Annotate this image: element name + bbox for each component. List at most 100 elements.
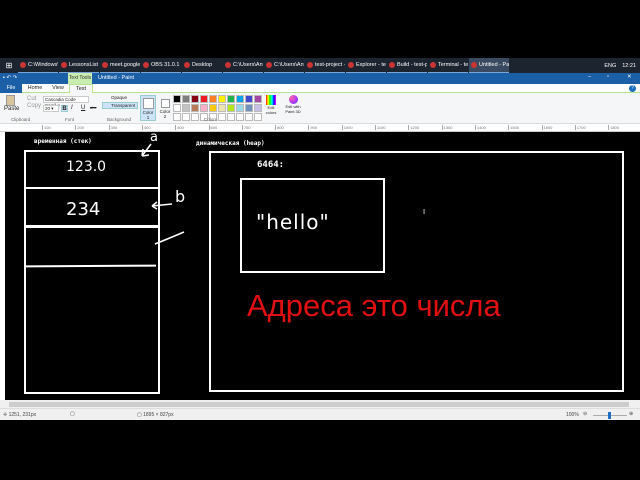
edit-paint3d-button[interactable]: Edit with Paint 3D (283, 95, 303, 114)
group-clipboard: Clipboard (11, 117, 31, 122)
palette-swatch[interactable] (200, 95, 208, 103)
stack-label: временная (стек) (34, 138, 92, 145)
paste-button[interactable]: Paste (4, 95, 19, 112)
transparent-button[interactable]: Transparent (102, 102, 139, 109)
canvas-size: ▢ 1895 × 827px (137, 412, 174, 418)
taskbar-item[interactable]: meet.google.... (100, 58, 140, 73)
quick-access-icons[interactable]: ▪ ↶ ↷ (3, 75, 17, 81)
ruler-tick: 1700 (574, 125, 586, 130)
tray-clock[interactable]: 12:21 (622, 63, 636, 69)
help-icon[interactable]: ? (629, 85, 636, 92)
opaque-button[interactable]: Opaque (103, 95, 127, 100)
palette-swatch[interactable] (245, 104, 253, 112)
palette-swatch[interactable] (173, 104, 181, 112)
palette-swatch[interactable] (227, 104, 235, 112)
palette-swatch[interactable] (182, 104, 190, 112)
taskbar-item[interactable]: C:\Users\Ant... (264, 58, 304, 73)
close-button[interactable]: ✕ (627, 74, 632, 80)
ruler-tick: 1800 (608, 125, 619, 130)
palette-swatch[interactable] (209, 104, 217, 112)
scroll-thumb[interactable] (9, 402, 629, 407)
drawing-canvas[interactable]: временная (стек) динамическая (heap) 123… (0, 130, 632, 400)
bold-button[interactable]: B (61, 105, 68, 112)
palette-swatch[interactable] (191, 95, 199, 103)
arrow-b (151, 201, 173, 210)
custom-swatch[interactable] (245, 113, 253, 121)
font-size-select[interactable]: 20 ▾ (43, 105, 59, 112)
palette-swatch[interactable] (173, 95, 181, 103)
custom-swatch[interactable] (254, 113, 262, 121)
underline-button[interactable]: U (81, 105, 85, 111)
palette-swatch[interactable] (254, 104, 262, 112)
custom-swatch[interactable] (191, 113, 199, 121)
group-font: Font (65, 117, 75, 122)
taskbar-item[interactable]: C:\Windows\S... (18, 58, 58, 73)
cut-button[interactable]: Cut (27, 96, 36, 102)
tab-view[interactable]: View (47, 84, 69, 93)
palette-swatch[interactable] (245, 95, 253, 103)
palette-swatch[interactable] (236, 95, 244, 103)
app-icon (471, 62, 477, 68)
custom-swatch[interactable] (182, 113, 190, 121)
zoom-in-button[interactable]: ⊕ (629, 411, 633, 417)
taskbar-item[interactable]: Build - test-p... (387, 58, 427, 73)
taskbar-item[interactable]: Terminal - tes... (428, 58, 468, 73)
app-icon (266, 62, 272, 68)
cursor-position: ✛ 1251, 231px (3, 412, 37, 418)
taskbar-item[interactable]: Untitled - Paint (469, 58, 509, 73)
zoom-level: 100% (566, 412, 579, 418)
app-icon (307, 62, 313, 68)
palette-swatch[interactable] (254, 95, 262, 103)
color1-button[interactable]: Color 1 (140, 95, 156, 121)
taskbar-item[interactable]: Desktop (182, 58, 222, 73)
arrows-drawing (141, 143, 185, 245)
tab-home[interactable]: Home (24, 84, 46, 93)
minimize-button[interactable]: – (588, 74, 591, 80)
ribbon-tabs: File Home View Text ? (0, 84, 640, 93)
horizontal-scrollbar[interactable] (0, 400, 640, 408)
palette-swatch[interactable] (227, 95, 235, 103)
taskbar-item[interactable]: LessonsList - ... (59, 58, 99, 73)
heap-object-value: "hello" (256, 210, 330, 234)
palette-swatch[interactable] (218, 95, 226, 103)
ribbon: Paste Cut Copy Clipboard Cascadia Code S… (0, 93, 640, 124)
tab-text[interactable]: Text (69, 84, 93, 93)
taskbar-item[interactable]: Explorer - tes... (346, 58, 386, 73)
strikethrough-button[interactable]: abc (90, 105, 96, 110)
arrow-a (141, 143, 152, 157)
taskbar-item[interactable]: test-project -... (305, 58, 345, 73)
rainbow-icon (266, 95, 276, 105)
start-button[interactable]: ⊞ (0, 58, 18, 73)
app-icon (61, 62, 67, 68)
paint3d-icon (288, 95, 298, 104)
tray-lang[interactable]: ENG (604, 63, 616, 69)
ruler-tick: 800 (275, 125, 284, 130)
status-bar: ✛ 1251, 231px ▢ ▢ 1895 × 827px 100% ⊖ ⊕ (0, 408, 640, 420)
arrow-c (154, 231, 185, 245)
palette-swatch[interactable] (191, 104, 199, 112)
copy-button[interactable]: Copy (27, 103, 41, 109)
edit-colors-button[interactable]: Edit colors (264, 95, 278, 115)
palette-swatch[interactable] (182, 95, 190, 103)
custom-swatch[interactable] (173, 113, 181, 121)
zoom-slider[interactable] (593, 412, 627, 419)
custom-swatch[interactable] (227, 113, 235, 121)
palette-swatch[interactable] (236, 104, 244, 112)
font-name-select[interactable]: Cascadia Code Semil ▾ (43, 96, 89, 108)
app-icon (348, 62, 354, 68)
zoom-slider-thumb[interactable] (608, 412, 611, 419)
italic-button[interactable]: I (71, 105, 73, 111)
tab-file[interactable]: File (0, 84, 22, 93)
custom-swatch[interactable] (218, 113, 226, 121)
palette-swatch[interactable] (200, 104, 208, 112)
color2-button[interactable]: Color 2 (158, 95, 172, 121)
taskbar-item[interactable]: OBS 31.0.1 - ... (141, 58, 181, 73)
app-icon (389, 62, 395, 68)
taskbar-item[interactable]: C:\Users\Ant... (223, 58, 263, 73)
zoom-out-button[interactable]: ⊖ (583, 411, 587, 417)
palette-swatch[interactable] (218, 104, 226, 112)
custom-swatch[interactable] (236, 113, 244, 121)
maximize-button[interactable]: ▫ (607, 74, 609, 80)
palette-swatch[interactable] (209, 95, 217, 103)
ruler-tick: 1100 (375, 125, 386, 130)
